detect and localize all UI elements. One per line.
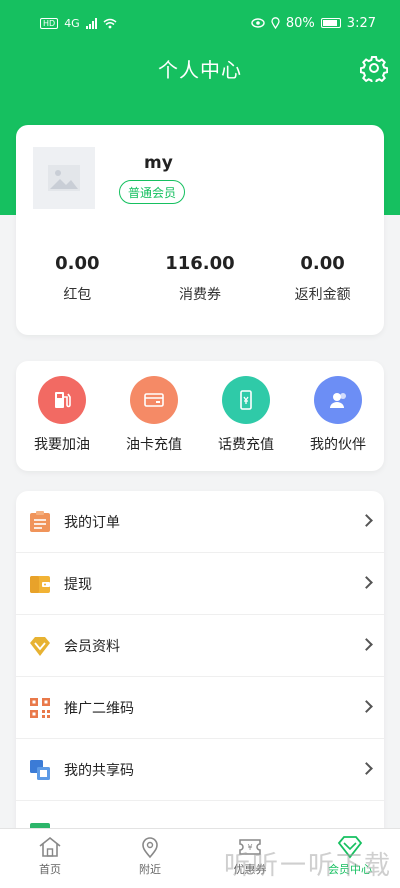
status-left: HD 4G <box>40 17 117 30</box>
chevron-right-icon <box>360 638 373 651</box>
chevron-right-icon <box>360 514 373 527</box>
settings-gear-icon[interactable] <box>360 54 388 82</box>
phone-recharge-icon <box>222 376 270 424</box>
eye-icon <box>251 18 265 28</box>
stat-value: 0.00 <box>55 253 100 274</box>
menu-label: 我的订单 <box>64 514 120 531</box>
quick-phone-recharge[interactable]: 话费充值 <box>200 361 292 471</box>
stat-value: 0.00 <box>300 253 345 274</box>
menu-label: 会员资料 <box>64 638 120 655</box>
quick-label: 油卡充值 <box>126 437 182 453</box>
chevron-right-icon <box>360 762 373 775</box>
menu-label: 提现 <box>64 576 92 593</box>
card-recharge-icon <box>130 376 178 424</box>
profile-card: my 普通会员 0.00 红包 116.00 消费券 0.00 返利金额 <box>16 125 384 335</box>
menu-list: 我的订单 提现 会员资料 推广二维码 我的共享码 <box>16 491 384 831</box>
stat-label: 消费券 <box>178 287 221 303</box>
quick-partners[interactable]: 我的伙伴 <box>292 361 384 471</box>
menu-item-qr-code[interactable]: 推广二维码 <box>16 677 384 739</box>
stat-label: 红包 <box>63 287 92 303</box>
partners-icon <box>314 376 362 424</box>
tab-label: 会员中心 <box>328 863 372 876</box>
qr-code-icon <box>28 696 52 720</box>
battery-percent: 80% <box>285 15 315 31</box>
home-icon <box>39 836 61 857</box>
gas-pump-icon <box>38 376 86 424</box>
image-placeholder-icon <box>48 165 80 191</box>
chevron-right-icon <box>360 700 373 713</box>
quick-actions: 我要加油 油卡充值 话费充值 我的伙伴 <box>16 361 384 471</box>
network-type: 4G <box>64 16 80 30</box>
tab-label: 首页 <box>39 863 61 876</box>
page-title: 个人中心 <box>158 57 242 82</box>
tab-label: 附近 <box>139 863 161 876</box>
menu-item-orders[interactable]: 我的订单 <box>16 491 384 553</box>
status-right: 80% 3:27 <box>251 16 376 31</box>
orders-icon <box>28 510 52 534</box>
quick-label: 话费充值 <box>218 437 274 453</box>
bottom-tab-bar: 首页 附近 ¥ 优惠券 会员中心 <box>0 828 400 888</box>
stats-row: 0.00 红包 116.00 消费券 0.00 返利金额 <box>16 253 384 304</box>
top-bar: 个人中心 <box>0 46 400 90</box>
username: my <box>144 153 173 173</box>
quick-card-recharge[interactable]: 油卡充值 <box>108 361 200 471</box>
tab-member-center[interactable]: 会员中心 <box>300 829 400 888</box>
quick-label: 我要加油 <box>34 437 90 453</box>
tab-coupons[interactable]: ¥ 优惠券 <box>200 829 300 888</box>
hd-icon: HD <box>40 17 59 29</box>
location-icon <box>142 837 158 859</box>
member-center-icon <box>337 836 363 859</box>
wallet-icon <box>28 572 52 596</box>
clock: 3:27 <box>346 15 376 31</box>
svg-text:¥: ¥ <box>247 843 252 852</box>
tab-label: 优惠券 <box>233 863 267 876</box>
stat-value: 116.00 <box>165 253 235 274</box>
stat-label: 返利金额 <box>294 287 351 303</box>
signal-icon <box>85 17 97 29</box>
menu-item-partial[interactable] <box>16 801 384 831</box>
menu-item-member-info[interactable]: 会员资料 <box>16 615 384 677</box>
status-bar: HD 4G 80% 3:27 <box>0 0 400 46</box>
quick-refuel[interactable]: 我要加油 <box>16 361 108 471</box>
tab-nearby[interactable]: 附近 <box>100 829 200 888</box>
chevron-right-icon <box>360 576 373 589</box>
share-code-icon <box>28 758 52 782</box>
quick-label: 我的伙伴 <box>310 437 366 453</box>
tab-home[interactable]: 首页 <box>0 829 100 888</box>
stat-coupon[interactable]: 116.00 消费券 <box>139 253 262 304</box>
menu-label: 我的共享码 <box>64 762 134 779</box>
member-diamond-icon <box>28 634 52 658</box>
menu-label: 推广二维码 <box>64 700 134 717</box>
member-level-badge: 普通会员 <box>119 180 186 204</box>
battery-icon <box>320 18 341 28</box>
stat-rebate[interactable]: 0.00 返利金额 <box>261 253 384 304</box>
coupon-icon: ¥ <box>239 839 261 855</box>
stat-red-packet[interactable]: 0.00 红包 <box>16 253 139 304</box>
wifi-icon <box>103 18 117 28</box>
location-status-icon <box>271 17 280 29</box>
menu-item-withdraw[interactable]: 提现 <box>16 553 384 615</box>
avatar[interactable] <box>33 147 95 209</box>
menu-item-share-code[interactable]: 我的共享码 <box>16 739 384 801</box>
